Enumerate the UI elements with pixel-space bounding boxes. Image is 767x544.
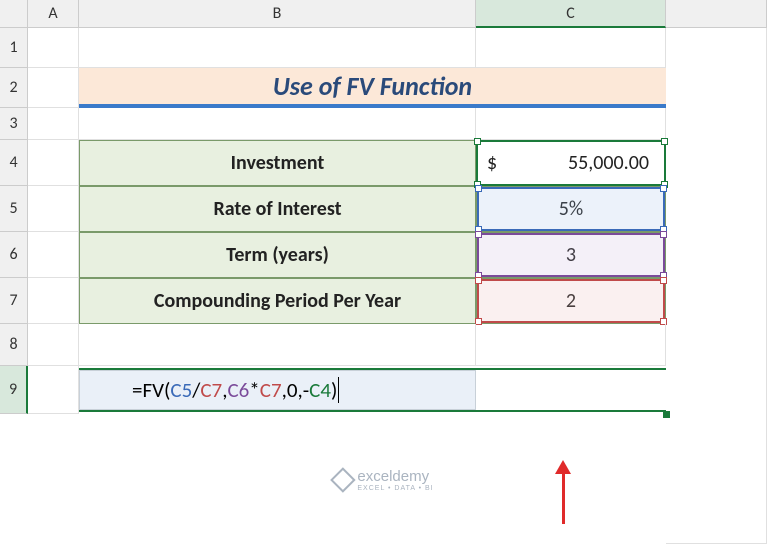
page-title: Use of FV Function	[79, 68, 666, 108]
watermark-tag: EXCEL • DATA • BI	[357, 485, 433, 492]
label-rate[interactable]: Rate of Interest	[79, 186, 476, 232]
formula-editor[interactable]: =FV(C5/C7,C6*C7,0,-C4)	[79, 370, 476, 410]
annotation-arrow-icon	[555, 460, 571, 524]
watermark-name: exceldemy	[357, 468, 429, 485]
term-value: 3	[566, 243, 576, 267]
cell-c7-period[interactable]: 2	[476, 278, 666, 324]
col-header-b[interactable]: B	[79, 0, 476, 28]
rate-value: 5%	[559, 197, 583, 221]
cell-a6[interactable]	[28, 232, 79, 278]
currency-symbol: $	[477, 151, 507, 175]
cell-c5-rate[interactable]: 5%	[476, 186, 666, 232]
row-header-2[interactable]: 2	[0, 68, 28, 108]
row-header-7[interactable]: 7	[0, 278, 28, 324]
cell-a8[interactable]	[28, 324, 79, 366]
watermark: exceldemy EXCEL • DATA • BI	[333, 468, 433, 492]
row-header-5[interactable]: 5	[0, 186, 28, 232]
formula-row[interactable]: =FV(C5/C7,C6*C7,0,-C4)	[79, 366, 666, 414]
watermark-logo-icon	[330, 467, 355, 492]
row-header-1[interactable]: 1	[0, 28, 28, 68]
cell-a5[interactable]	[28, 186, 79, 232]
period-value: 2	[566, 289, 576, 313]
cell-a7[interactable]	[28, 278, 79, 324]
cell-a4[interactable]	[28, 140, 79, 186]
cell-c6-term[interactable]: 3	[476, 232, 666, 278]
col-header-a[interactable]: A	[28, 0, 79, 28]
cell-c1[interactable]	[476, 28, 666, 68]
cell-a2[interactable]	[28, 68, 79, 108]
cell-c3[interactable]	[476, 108, 666, 140]
cell-b8[interactable]	[79, 324, 476, 366]
text-cursor	[338, 377, 339, 403]
row-header-4[interactable]: 4	[0, 140, 28, 186]
row-header-9[interactable]: 9	[0, 366, 28, 414]
label-term[interactable]: Term (years)	[79, 232, 476, 278]
cell-rest	[666, 28, 767, 544]
cell-c8[interactable]	[476, 324, 666, 366]
spreadsheet-grid[interactable]: A B C 1 2 3 4 5 6 7 8 9 Use of FV Functi…	[0, 0, 767, 544]
col-header-rest	[666, 0, 767, 28]
cell-a1[interactable]	[28, 28, 79, 68]
label-period[interactable]: Compounding Period Per Year	[79, 278, 476, 324]
label-investment[interactable]: Investment	[79, 140, 476, 186]
cell-c4-investment[interactable]: $ 55,000.00	[476, 140, 666, 186]
row-header-8[interactable]: 8	[0, 324, 28, 366]
cell-b1[interactable]	[79, 28, 476, 68]
row-header-3[interactable]: 3	[0, 108, 28, 140]
cell-a3[interactable]	[28, 108, 79, 140]
select-all-corner[interactable]	[0, 0, 28, 28]
cell-a9[interactable]	[28, 366, 79, 414]
cell-c9-result[interactable]	[476, 370, 666, 410]
col-header-c[interactable]: C	[476, 0, 666, 28]
row-header-6[interactable]: 6	[0, 232, 28, 278]
investment-value: 55,000.00	[507, 151, 665, 175]
formula-text: =FV(C5/C7,C6*C7,0,-C4)	[132, 377, 339, 403]
cell-b3[interactable]	[79, 108, 476, 140]
